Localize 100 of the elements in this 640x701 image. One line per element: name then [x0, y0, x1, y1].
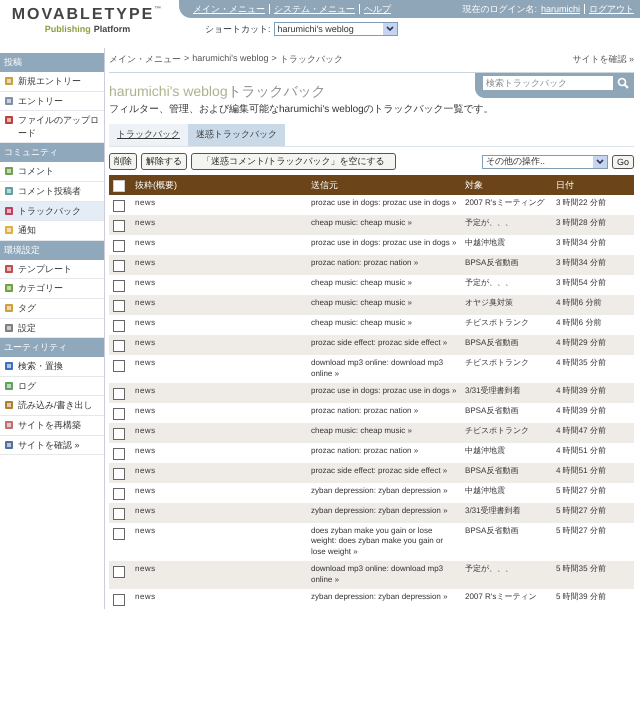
target-cell-text: 2007 R'sミーティン: [465, 592, 538, 602]
sidebar-item[interactable]: 読み込み/書き出し: [0, 396, 104, 416]
menu-icon: [4, 115, 14, 126]
row-checkbox[interactable]: [113, 320, 125, 332]
menu-icon: [4, 420, 14, 430]
sidebar-section-header: 投稿: [0, 53, 104, 72]
sidebar-item[interactable]: 新規エントリー: [0, 72, 104, 92]
breadcrumb-separator: >: [184, 53, 190, 65]
row-checkbox[interactable]: [113, 408, 125, 420]
excerpt-cell: news: [135, 218, 156, 227]
date-cell: 5 時間27 分前: [556, 506, 606, 515]
sidebar-item[interactable]: テンプレート: [0, 260, 104, 280]
excerpt-cell: news: [135, 426, 156, 435]
menu-icon: [4, 264, 14, 274]
sidebar-section-header: ユーティリティ: [0, 338, 104, 358]
source-link[interactable]: download mp3 online: download mp3 online »: [311, 358, 457, 380]
search-field[interactable]: 検索トラックバック: [483, 76, 613, 90]
excerpt-cell: news: [135, 406, 156, 415]
date-cell: 5 時間27 分前: [556, 486, 606, 495]
excerpt-cell: news: [135, 358, 156, 367]
target-cell-text: BPSA反省動画: [465, 258, 520, 269]
go-button[interactable]: Go: [612, 154, 634, 168]
sidebar-item[interactable]: エントリー: [0, 92, 104, 112]
row-checkbox[interactable]: [113, 488, 125, 500]
source-link[interactable]: prozac nation: prozac nation »: [311, 446, 457, 456]
row-checkbox[interactable]: [113, 448, 125, 460]
excerpt-cell: news: [135, 258, 156, 267]
excerpt-cell: news: [135, 506, 156, 515]
source-link[interactable]: prozac use in dogs: prozac use in dogs »: [311, 198, 457, 209]
date-cell: 4 時間39 分前: [556, 386, 606, 395]
row-checkbox[interactable]: [113, 428, 125, 440]
menu-icon: [4, 76, 14, 86]
source-link[interactable]: cheap music: cheap music »: [311, 318, 457, 329]
breadcrumb-item[interactable]: harumichi's weblog: [192, 53, 269, 66]
date-cell: 4 時間39 分前: [556, 406, 606, 415]
breadcrumb-item[interactable]: メイン・メニュー: [109, 53, 181, 66]
target-cell-text: 3/31受理書到着: [465, 506, 522, 516]
row-checkbox[interactable]: [113, 388, 125, 400]
menu-icon: [4, 361, 14, 372]
excerpt-cell: news: [135, 318, 156, 327]
tab[interactable]: 迷惑トラックバック: [188, 124, 285, 146]
menu-icon: [4, 302, 14, 313]
date-cell: 5 時間27 分前: [556, 526, 606, 535]
menu-icon: [4, 322, 14, 333]
sidebar-item[interactable]: サイトを確認 »: [0, 436, 104, 456]
sidebar-item[interactable]: カテゴリー: [0, 279, 104, 299]
row-checkbox[interactable]: [113, 300, 125, 312]
target-cell-text: 中越沖地震: [465, 486, 506, 496]
row-checkbox[interactable]: [113, 340, 125, 352]
source-link[interactable]: does zyban make you gain or lose weight: does zyban make you gain or lose weight »: [311, 526, 457, 558]
date-cell: 4 時間51 分前: [556, 466, 606, 475]
excerpt-cell: news: [135, 592, 156, 601]
actions-dropdown[interactable]: その他の操作..: [482, 154, 608, 168]
target-cell-text: 中越沖地震: [465, 238, 506, 249]
row-checkbox[interactable]: [113, 594, 125, 606]
row-checkbox[interactable]: [113, 360, 125, 372]
shortcut-dropdown[interactable]: harumichi's weblog: [274, 22, 398, 36]
date-cell: 4 時間35 分前: [556, 358, 606, 367]
sidebar-item[interactable]: コメント: [0, 162, 104, 182]
row-checkbox[interactable]: [113, 508, 125, 520]
sidebar-item[interactable]: トラックバック: [0, 202, 104, 222]
sidebar-item[interactable]: 検索・置換: [0, 357, 104, 377]
sidebar-item[interactable]: ログ: [0, 376, 104, 396]
row-checkbox[interactable]: [113, 280, 125, 292]
page-title: harumichi's weblog トラックバック: [109, 83, 326, 101]
target-cell-text: チビスポトランク: [465, 426, 530, 436]
source-link[interactable]: cheap music: cheap music »: [311, 278, 457, 289]
action-button[interactable]: 解除する: [141, 153, 187, 170]
action-button[interactable]: 削除: [109, 153, 137, 170]
excerpt-cell: news: [135, 446, 156, 455]
view-site-link[interactable]: サイトを確認 »: [572, 53, 634, 66]
source-link[interactable]: prozac use in dogs: prozac use in dogs »: [311, 238, 457, 249]
target-cell-text: チビスポトランク: [465, 318, 530, 329]
row-checkbox[interactable]: [113, 260, 125, 272]
breadcrumb-separator: >: [272, 53, 277, 65]
row-checkbox[interactable]: [113, 220, 125, 232]
target-cell-text: 予定が、、、: [465, 278, 514, 289]
target-cell-text: 3/31受理書到着: [465, 386, 522, 396]
target-cell-text: BPSA反省動画: [465, 466, 520, 476]
sidebar-item[interactable]: サイトを再構築: [0, 416, 104, 436]
source-link[interactable]: zyban depression: zyban depression »: [311, 486, 457, 496]
target-cell-text: チビスポトランク: [465, 358, 530, 369]
row-checkbox[interactable]: [113, 528, 125, 540]
sidebar-item[interactable]: タグ: [0, 298, 104, 319]
menu-icon: [4, 283, 14, 294]
menu-icon: [4, 400, 14, 410]
excerpt-cell: news: [135, 198, 156, 207]
source-link[interactable]: prozac nation: prozac nation »: [311, 406, 457, 416]
source-link[interactable]: zyban depression: zyban depression »: [311, 592, 457, 602]
select-all-checkbox[interactable]: [113, 180, 125, 192]
row-checkbox[interactable]: [113, 468, 125, 480]
row-checkbox[interactable]: [113, 566, 125, 578]
target-cell-text: オヤジ臭対策: [465, 298, 514, 309]
row-checkbox[interactable]: [113, 240, 125, 252]
menu-icon: [4, 166, 14, 176]
row-checkbox[interactable]: [113, 200, 125, 212]
tab[interactable]: トラックバック: [109, 124, 188, 146]
date-cell: 4 時間51 分前: [556, 446, 606, 455]
column-header: 抜粋(概要): [131, 175, 307, 195]
action-button[interactable]: 「迷惑コメント/トラックバック」を空にする: [191, 153, 396, 170]
